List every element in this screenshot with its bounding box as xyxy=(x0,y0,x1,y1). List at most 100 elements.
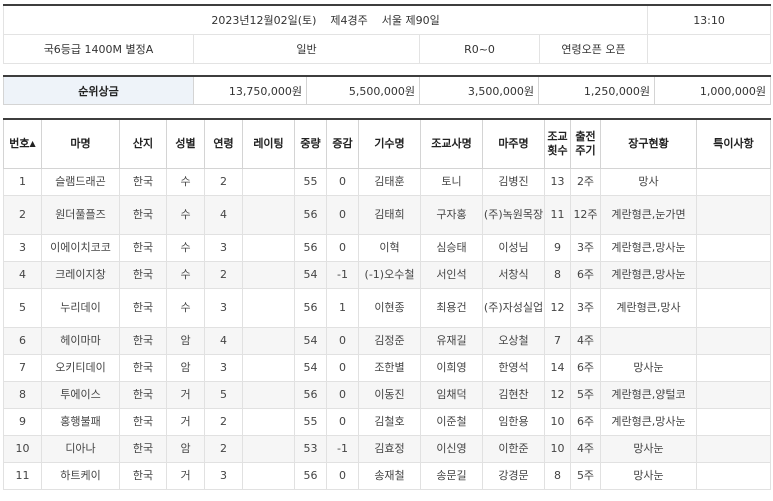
prize-1st: 13,750,000원 xyxy=(193,75,307,105)
cell-origin: 한국 xyxy=(119,354,167,382)
cell-weight: 53 xyxy=(294,435,327,463)
cell-delta: -1 xyxy=(326,261,359,289)
cell-jockey[interactable]: 김태희 xyxy=(358,195,421,235)
race-time: 13:10 xyxy=(647,4,772,35)
cell-no: 1 xyxy=(3,168,42,196)
cell-owner[interactable]: 서창식 xyxy=(482,261,545,289)
cell-jockey[interactable]: 송재철 xyxy=(358,462,421,490)
cell-rating xyxy=(242,288,295,328)
prize-4th: 1,250,000원 xyxy=(538,75,655,105)
cell-jockey[interactable]: 이혁 xyxy=(358,234,421,262)
cell-cycle: 5주 xyxy=(570,462,601,490)
cell-jockey[interactable]: 김태훈 xyxy=(358,168,421,196)
cell-trainer[interactable]: 최용건 xyxy=(420,288,483,328)
cell-horse[interactable]: 헤이마마 xyxy=(41,327,120,355)
cell-cycle: 3주 xyxy=(570,288,601,328)
cell-notes xyxy=(696,195,771,235)
header-no[interactable]: 번호▲ xyxy=(3,118,42,169)
cell-delta: 0 xyxy=(326,168,359,196)
cell-jockey[interactable]: 김철호 xyxy=(358,408,421,436)
cell-trainer[interactable]: 이신영 xyxy=(420,435,483,463)
cell-age: 4 xyxy=(204,327,243,355)
cell-horse[interactable]: 슬램드래곤 xyxy=(41,168,120,196)
cell-horse[interactable]: 원더풀플즈 xyxy=(41,195,120,235)
cell-notes xyxy=(696,354,771,382)
cell-age: 3 xyxy=(204,462,243,490)
cell-owner[interactable]: 이한준 xyxy=(482,435,545,463)
cell-trainer[interactable]: 임채덕 xyxy=(420,381,483,409)
cell-trainer[interactable]: 송문길 xyxy=(420,462,483,490)
cell-no: 8 xyxy=(3,381,42,409)
cell-jockey[interactable]: 이현종 xyxy=(358,288,421,328)
header-training[interactable]: 조교 횟수 xyxy=(544,118,571,169)
cell-sex: 수 xyxy=(166,288,205,328)
table-row: 11 하트케이 한국 거 3 56 0 송재철 송문길 강경문 8 5주 망사눈 xyxy=(3,462,771,490)
cell-training: 10 xyxy=(544,408,571,436)
cell-jockey[interactable]: (-1)오수철 xyxy=(358,261,421,289)
cell-training: 8 xyxy=(544,462,571,490)
header-gear[interactable]: 장구현황 xyxy=(600,118,697,169)
header-owner[interactable]: 마주명 xyxy=(482,118,545,169)
cell-trainer[interactable]: 서인석 xyxy=(420,261,483,289)
cell-horse[interactable]: 오키티데이 xyxy=(41,354,120,382)
cell-origin: 한국 xyxy=(119,234,167,262)
cell-owner[interactable]: 오상철 xyxy=(482,327,545,355)
cell-jockey[interactable]: 김효정 xyxy=(358,435,421,463)
cell-owner[interactable]: (주)녹원목장 xyxy=(482,195,545,235)
cell-trainer[interactable]: 토니 xyxy=(420,168,483,196)
cell-jockey[interactable]: 김정준 xyxy=(358,327,421,355)
cell-notes xyxy=(696,408,771,436)
cell-origin: 한국 xyxy=(119,195,167,235)
header-cycle[interactable]: 출전 주기 xyxy=(570,118,601,169)
cell-owner[interactable]: 김병진 xyxy=(482,168,545,196)
header-sex[interactable]: 성별 xyxy=(166,118,205,169)
cell-trainer[interactable]: 이희영 xyxy=(420,354,483,382)
cell-age: 4 xyxy=(204,195,243,235)
cell-trainer[interactable]: 유재길 xyxy=(420,327,483,355)
cell-owner[interactable]: 임한용 xyxy=(482,408,545,436)
cell-jockey[interactable]: 조한별 xyxy=(358,354,421,382)
cell-delta: 0 xyxy=(326,381,359,409)
cell-horse[interactable]: 누리데이 xyxy=(41,288,120,328)
header-horse[interactable]: 마명 xyxy=(41,118,120,169)
cell-gear: 계란형큰,눈가면 xyxy=(600,195,697,235)
cell-horse[interactable]: 홍행불패 xyxy=(41,408,120,436)
header-notes[interactable]: 특이사항 xyxy=(696,118,771,169)
cell-horse[interactable]: 크레이지창 xyxy=(41,261,120,289)
cell-owner[interactable]: 이성님 xyxy=(482,234,545,262)
cell-owner[interactable]: 강경문 xyxy=(482,462,545,490)
cell-sex: 수 xyxy=(166,261,205,289)
cell-horse[interactable]: 투에이스 xyxy=(41,381,120,409)
header-origin[interactable]: 산지 xyxy=(119,118,167,169)
cell-horse[interactable]: 디아나 xyxy=(41,435,120,463)
cell-trainer[interactable]: 이준철 xyxy=(420,408,483,436)
cell-no: 4 xyxy=(3,261,42,289)
cell-rating xyxy=(242,327,295,355)
cell-notes xyxy=(696,234,771,262)
cell-no: 7 xyxy=(3,354,42,382)
prize-table: 순위상금 13,750,000원 5,500,000원 3,500,000원 1… xyxy=(3,75,771,105)
cell-sex: 수 xyxy=(166,195,205,235)
race-grade-distance: 국6등급 1400M 별정A xyxy=(3,34,194,64)
cell-owner[interactable]: (주)자성실업 xyxy=(482,288,545,328)
cell-origin: 한국 xyxy=(119,408,167,436)
cell-age: 3 xyxy=(204,354,243,382)
header-trainer[interactable]: 조교사명 xyxy=(420,118,483,169)
header-rating[interactable]: 레이팅 xyxy=(242,118,295,169)
cell-rating xyxy=(242,435,295,463)
cell-trainer[interactable]: 심승태 xyxy=(420,234,483,262)
cell-sex: 암 xyxy=(166,327,205,355)
cell-owner[interactable]: 김현찬 xyxy=(482,381,545,409)
header-age[interactable]: 연령 xyxy=(204,118,243,169)
cell-no: 6 xyxy=(3,327,42,355)
header-jockey[interactable]: 기수명 xyxy=(358,118,421,169)
cell-rating xyxy=(242,381,295,409)
header-delta[interactable]: 증감 xyxy=(326,118,359,169)
cell-jockey[interactable]: 이동진 xyxy=(358,381,421,409)
header-weight[interactable]: 중량 xyxy=(294,118,327,169)
cell-owner[interactable]: 한영석 xyxy=(482,354,545,382)
cell-horse[interactable]: 하트케이 xyxy=(41,462,120,490)
cell-horse[interactable]: 이에이치코코 xyxy=(41,234,120,262)
cell-trainer[interactable]: 구자홍 xyxy=(420,195,483,235)
cell-rating xyxy=(242,168,295,196)
